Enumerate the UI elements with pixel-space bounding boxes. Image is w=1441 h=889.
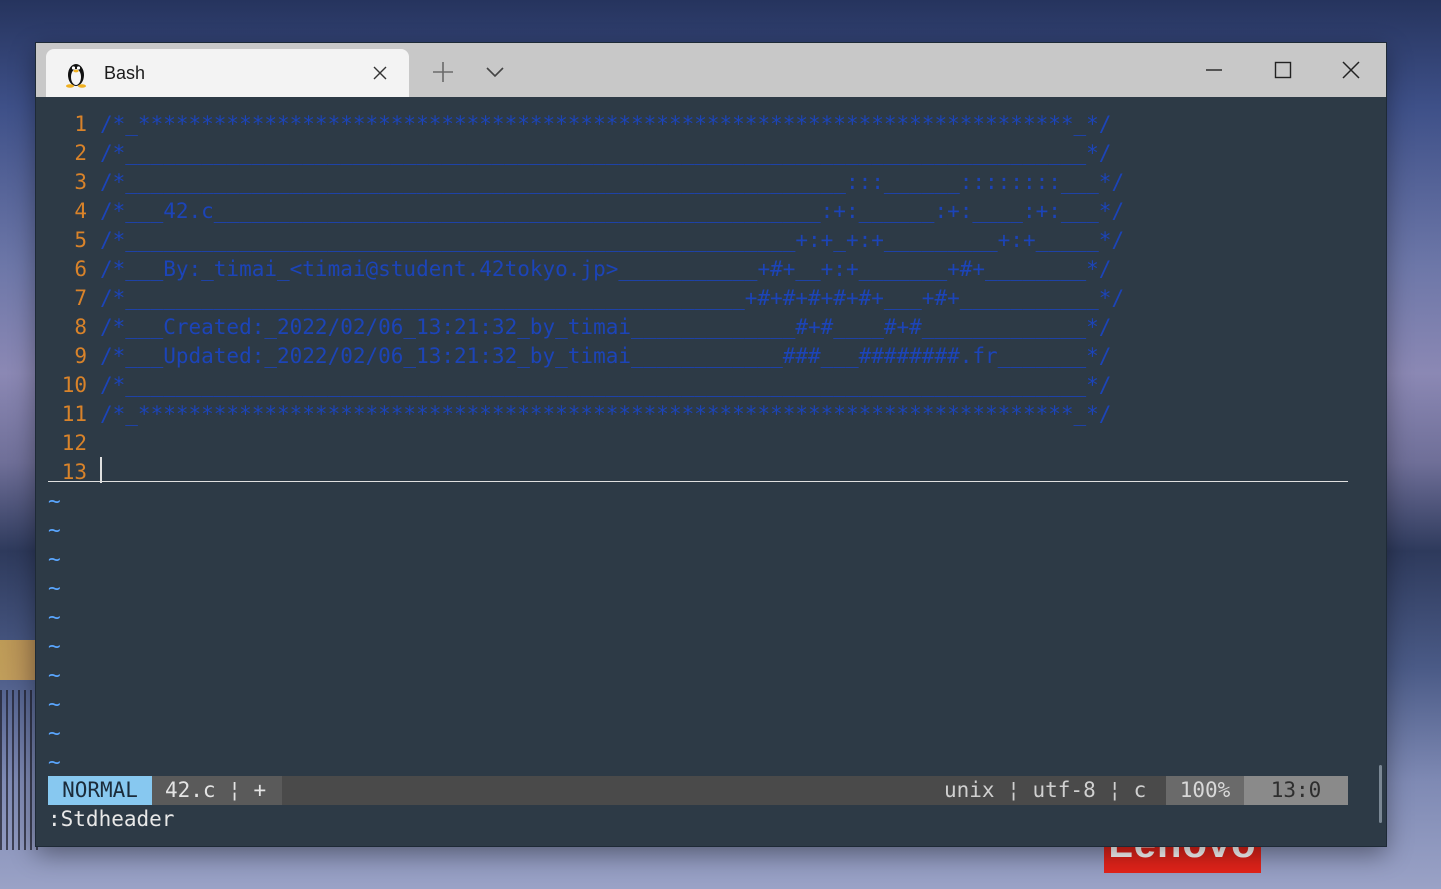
line-number: 12 [61,431,87,455]
line-number: 9 [74,344,87,368]
line-text: /*______________________________________… [100,170,1125,194]
empty-line-tilde: ~ [48,576,61,600]
editor-line: 8 /*___Created:_2022/02/06_13:21:32_by_ti… [48,313,1111,342]
maximize-icon[interactable] [1260,53,1306,87]
linux-penguin-icon [66,64,86,88]
terminal-window: Bash 1 /*_*******************************… [36,43,1386,846]
editor-line: 10 /*____________________________________… [48,371,1112,400]
editor-line: 6 /*___By:_timai_<timai@student.42tokyo.j… [48,255,1111,284]
empty-line-tilde: ~ [48,692,61,716]
status-line: NORMAL 42.c ¦ + unix ¦ utf-8 ¦ c 100% 13… [48,776,1348,805]
empty-line-tilde: ~ [48,663,61,687]
file-indicator: 42.c ¦ + [152,776,282,805]
line-text: /*______________________________________… [100,373,1112,397]
line-text: /*______________________________________… [100,286,1125,310]
line-text: /*___Updated:_2022/02/06_13:21:32_by_tim… [100,344,1112,368]
editor-line: 1 /*_************************************… [48,110,1111,139]
new-tab-plus-icon[interactable] [430,59,456,85]
close-tab-icon[interactable] [372,65,388,81]
chevron-down-icon[interactable] [482,61,508,83]
title-bar[interactable]: Bash [36,43,1386,97]
line-number: 1 [74,112,87,136]
window-close-icon[interactable] [1328,53,1374,87]
editor-line: 11 /*_***********************************… [48,400,1112,429]
line-number: 7 [74,286,87,310]
cursor-line-underline [48,481,1348,482]
line-number: 6 [74,257,87,281]
empty-line-tilde: ~ [48,750,61,774]
editor-line: 9 /*___Updated:_2022/02/06_13:21:32_by_ti… [48,342,1111,371]
line-text: /*______________________________________… [100,228,1125,252]
editor-line: 12 [48,429,100,458]
line-number: 4 [74,199,87,223]
empty-line-tilde: ~ [48,634,61,658]
line-text: /*_*************************************… [100,402,1112,426]
empty-line-tilde: ~ [48,547,61,571]
line-number: 11 [61,402,87,426]
editor-line: 3 /*_____________________________________… [48,168,1124,197]
empty-line-tilde: ~ [48,489,61,513]
empty-line-tilde: ~ [48,605,61,629]
editor-line: 4 /*___42.c______________________________… [48,197,1124,226]
editor-line: 2 /*_____________________________________… [48,139,1111,168]
line-number: 13 [61,460,87,484]
wallpaper-reeds [0,690,40,850]
mode-indicator: NORMAL [48,776,152,805]
line-number: 2 [74,141,87,165]
scrollbar-thumb[interactable] [1379,765,1382,823]
line-number: 10 [61,373,87,397]
command-line[interactable]: :Stdheader [48,805,174,834]
file-name: 42.c ¦ + [165,778,267,802]
editor-line-current: 13 [48,458,100,487]
editor-line: 5 /*_____________________________________… [48,226,1124,255]
line-number: 5 [74,228,87,252]
tab-bash[interactable]: Bash [46,49,409,97]
text-cursor [100,457,102,483]
empty-line-tilde: ~ [48,518,61,542]
cursor-position: 13:0 [1244,776,1348,805]
line-text: /*______________________________________… [100,141,1112,165]
line-number: 3 [74,170,87,194]
editor-line: 7 /*_____________________________________… [48,284,1124,313]
terminal-content[interactable]: 1 /*_************************************… [36,97,1386,846]
scroll-percent: 100% [1166,776,1244,805]
tab-title: Bash [104,63,146,83]
line-text: /*___42.c_______________________________… [100,199,1125,223]
line-text: /*___By:_timai_<timai@student.42tokyo.jp… [100,257,1112,281]
line-text: /*_*************************************… [100,112,1112,136]
minimize-icon[interactable] [1191,53,1237,87]
line-text: /*___Created:_2022/02/06_13:21:32_by_tim… [100,315,1112,339]
file-format-info: unix ¦ utf-8 ¦ c [944,778,1147,802]
line-number: 8 [74,315,87,339]
empty-line-tilde: ~ [48,721,61,745]
